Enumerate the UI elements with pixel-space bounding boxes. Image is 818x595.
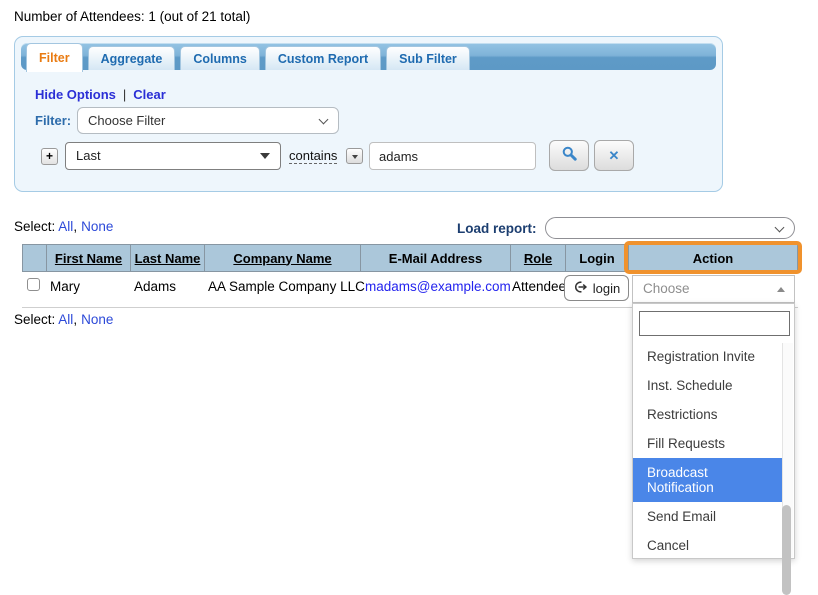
company-cell: AA Sample Company LLC xyxy=(208,279,365,294)
dropdown-option-fill-requests[interactable]: Fill Requests xyxy=(633,429,784,458)
tab-sub-filter[interactable]: Sub Filter xyxy=(386,46,470,70)
select-bar-top: Select: All, None xyxy=(14,219,113,234)
dropdown-option-registration-invite[interactable]: Registration Invite xyxy=(633,342,784,371)
dropdown-option-cancel[interactable]: Cancel xyxy=(633,531,784,560)
tab-columns[interactable]: Columns xyxy=(180,46,260,70)
triangle-down-icon xyxy=(260,153,270,159)
dropdown-search-input[interactable] xyxy=(639,311,790,336)
filter-option-links: Hide Options | Clear xyxy=(35,87,166,102)
tab-custom-report[interactable]: Custom Report xyxy=(264,46,382,70)
filter-label: Filter: xyxy=(35,113,72,128)
chevron-down-icon xyxy=(318,114,329,125)
links-separator: | xyxy=(122,87,127,102)
column-header-role[interactable]: Role xyxy=(511,245,566,271)
load-report-label: Load report: xyxy=(457,221,537,236)
clear-link[interactable]: Clear xyxy=(133,87,166,102)
dropdown-option-list: Registration Invite Inst. Schedule Restr… xyxy=(633,342,784,560)
search-button[interactable] xyxy=(549,140,589,171)
checkbox-cell xyxy=(22,272,46,307)
magnifier-icon xyxy=(561,145,578,167)
page-title: Number of Attendees: 1 (out of 21 total) xyxy=(14,9,251,24)
action-select[interactable]: Choose xyxy=(632,275,795,303)
email-cell: madams@example.com xyxy=(360,272,511,307)
chevron-down-icon xyxy=(774,222,785,233)
select-label: Select: xyxy=(14,312,56,327)
column-header-action: Action xyxy=(692,250,734,266)
column-header-login: Login xyxy=(566,245,629,271)
column-header-email: E-Mail Address xyxy=(361,245,511,271)
dropdown-option-inst-schedule[interactable]: Inst. Schedule xyxy=(633,371,784,400)
plus-icon: + xyxy=(45,149,53,163)
column-header-company-name[interactable]: Company Name xyxy=(205,245,361,271)
dropdown-option-send-email[interactable]: Send Email xyxy=(633,502,784,531)
field-select-value: Last xyxy=(76,148,101,163)
column-header-first-name[interactable]: First Name xyxy=(47,245,131,271)
row-checkbox[interactable] xyxy=(27,278,40,291)
action-cell: Choose xyxy=(628,272,798,307)
load-report-select[interactable] xyxy=(545,217,795,239)
dropdown-option-broadcast-notification[interactable]: Broadcast Notification xyxy=(633,458,784,502)
triangle-down-icon xyxy=(352,155,358,159)
select-label: Select: xyxy=(14,219,56,234)
action-select-value: Choose xyxy=(643,281,690,296)
operator-dropdown-button[interactable] xyxy=(346,148,363,164)
dropdown-option-restrictions[interactable]: Restrictions xyxy=(633,400,784,429)
table-header-row: First Name Last Name Company Name E-Mail… xyxy=(22,244,798,272)
login-button-label: login xyxy=(592,280,621,296)
tab-bar: Filter Aggregate Columns Custom Report S… xyxy=(21,43,716,72)
select-none-link[interactable]: None xyxy=(81,219,113,234)
choose-filter-select[interactable]: Choose Filter xyxy=(77,107,339,134)
action-dropdown-panel: Registration Invite Inst. Schedule Restr… xyxy=(632,303,795,595)
select-all-link[interactable]: All xyxy=(58,312,73,327)
field-select[interactable]: Last xyxy=(65,142,281,170)
x-icon: ✕ xyxy=(608,147,620,163)
tab-filter[interactable]: Filter xyxy=(26,43,83,72)
dropdown-scrollbar-track[interactable] xyxy=(782,343,793,595)
choose-filter-value: Choose Filter xyxy=(88,113,166,128)
select-bar-bottom: Select: All, None xyxy=(14,312,113,327)
dropdown-scrollbar-thumb[interactable] xyxy=(782,505,791,595)
select-none-link[interactable]: None xyxy=(81,312,113,327)
add-condition-button[interactable]: + xyxy=(41,148,58,165)
filter-value-input[interactable] xyxy=(369,142,536,170)
login-button[interactable]: login xyxy=(563,275,630,301)
login-cell: login xyxy=(563,272,630,307)
comma: , xyxy=(73,312,78,327)
comma: , xyxy=(73,219,78,234)
last-name-cell: Adams xyxy=(134,279,177,294)
triangle-up-icon xyxy=(777,287,785,292)
tab-aggregate[interactable]: Aggregate xyxy=(87,46,176,70)
filter-panel: Filter Aggregate Columns Custom Report S… xyxy=(14,36,723,192)
operator-link[interactable]: contains xyxy=(289,148,338,164)
tab-strip: Filter Aggregate Columns Custom Report S… xyxy=(26,43,470,72)
first-name-cell: Mary xyxy=(50,279,80,294)
select-all-link[interactable]: All xyxy=(58,219,73,234)
column-header-checkbox xyxy=(23,245,47,271)
email-link[interactable]: madams@example.com xyxy=(365,279,511,294)
role-cell: Attendee xyxy=(512,279,567,294)
column-header-last-name[interactable]: Last Name xyxy=(131,245,205,271)
clear-search-button[interactable]: ✕ xyxy=(594,140,634,171)
login-icon xyxy=(573,280,588,297)
hide-options-link[interactable]: Hide Options xyxy=(35,87,116,102)
